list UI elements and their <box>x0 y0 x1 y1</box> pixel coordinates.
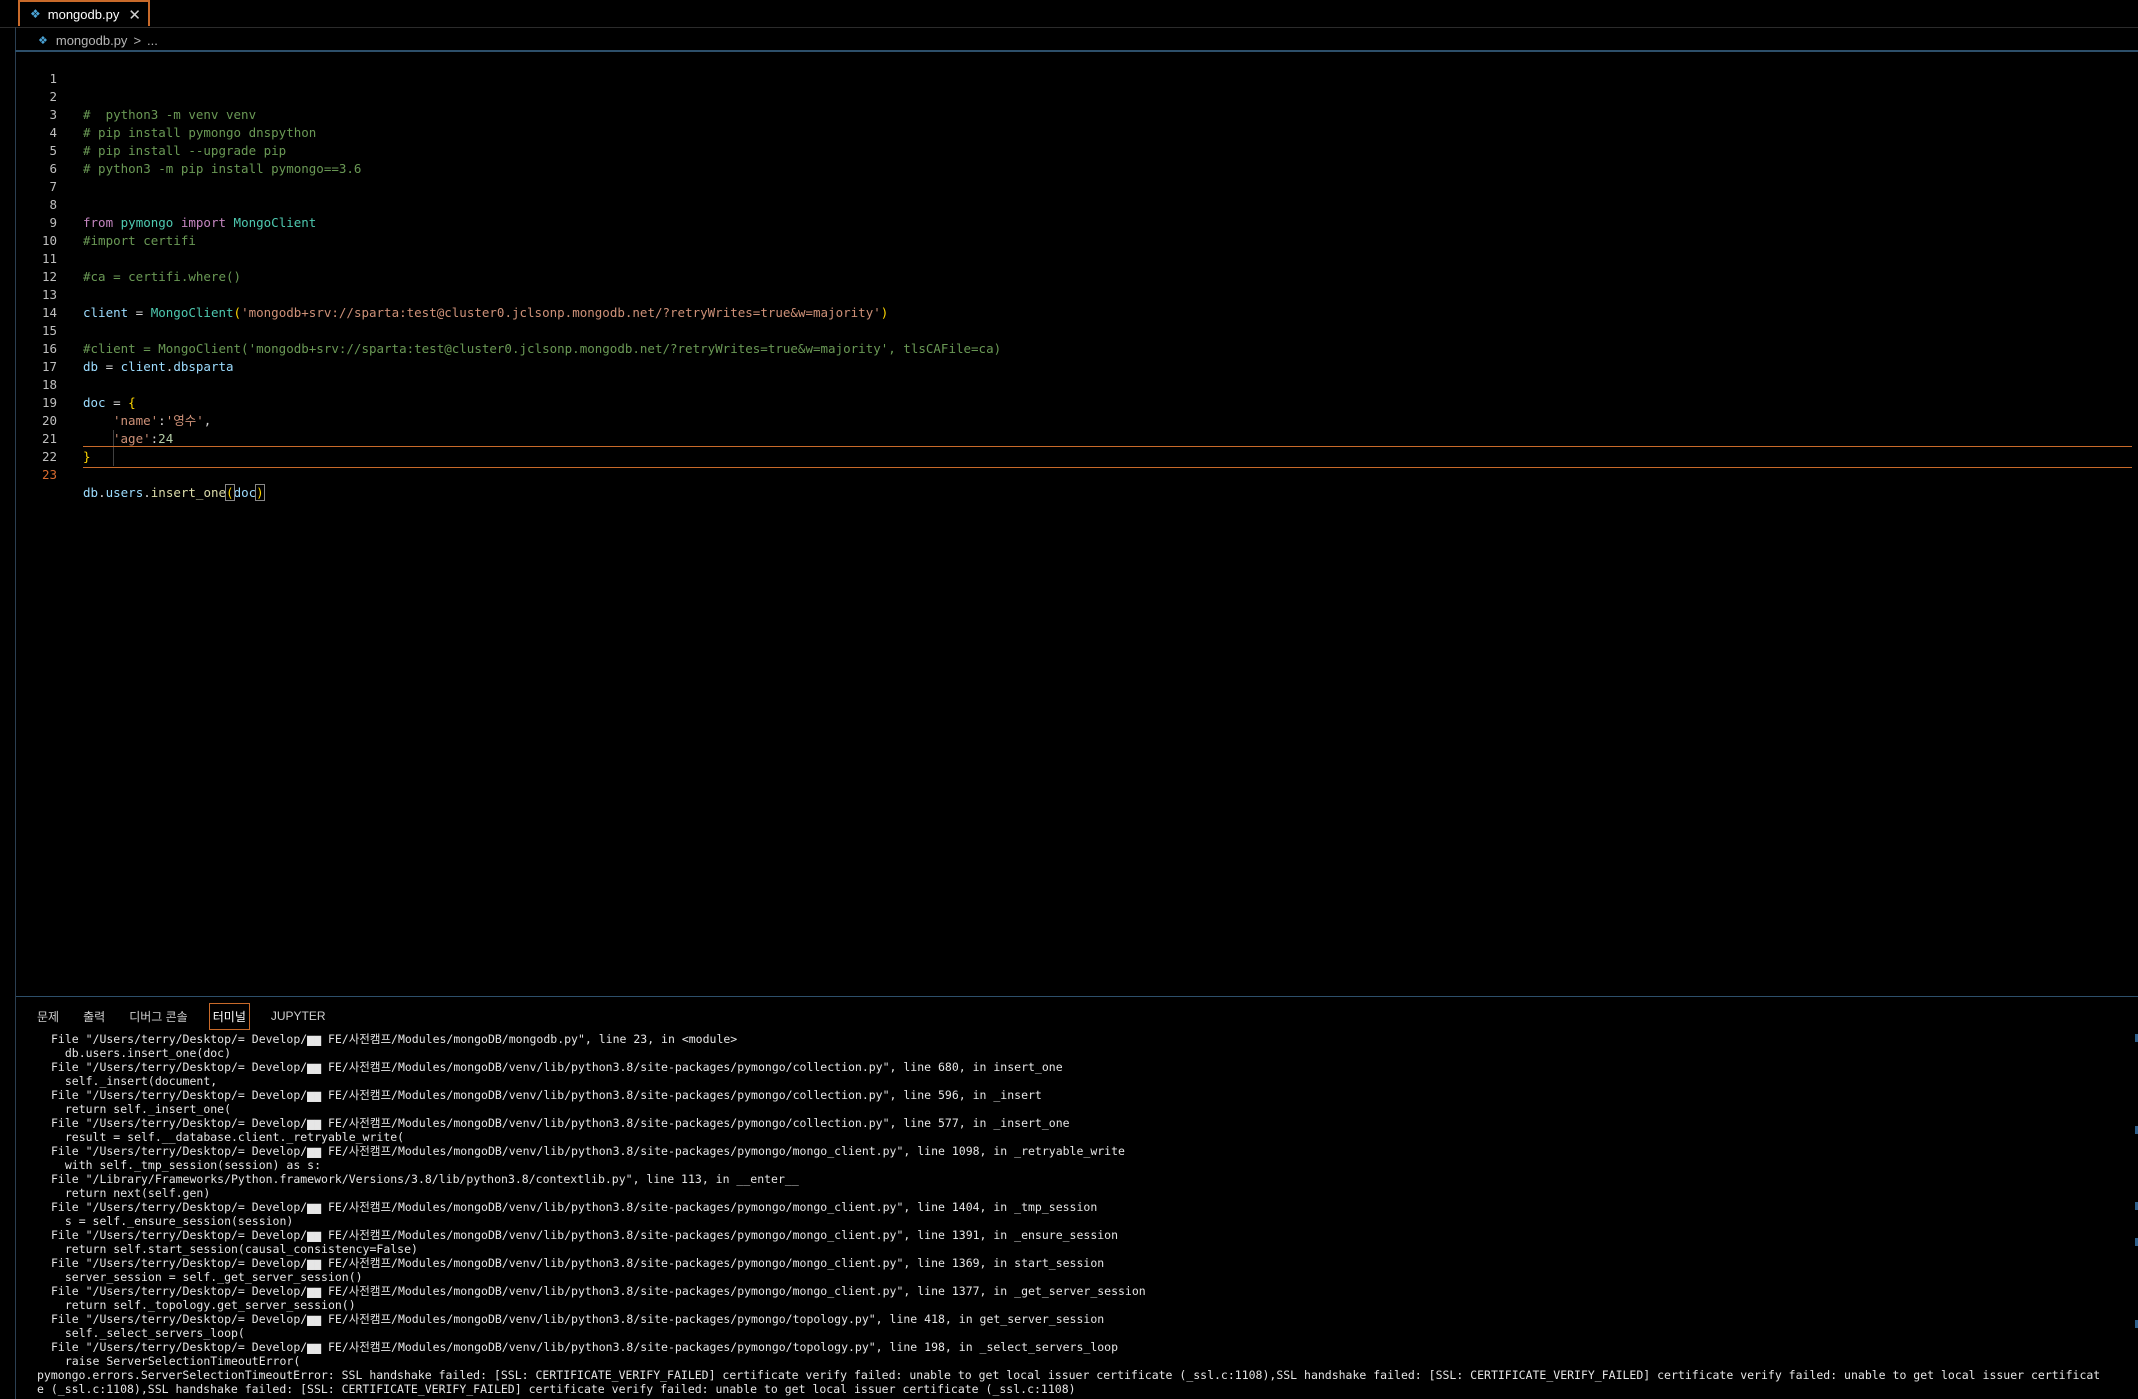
python-file-icon: ❖ <box>30 7 41 21</box>
editor-tab-bar: ❖ mongodb.py ✕ <box>0 0 2138 28</box>
code-line[interactable]: 10 <box>16 214 2138 248</box>
terminal-line: File "/Users/terry/Desktop/= Develop/▆▆ … <box>51 1228 1119 1242</box>
breadcrumb-separator: > <box>133 33 142 48</box>
code-line[interactable]: 8 from pymongo import MongoClient <box>16 178 2138 230</box>
terminal-line: File "/Users/terry/Desktop/= Develop/▆▆ … <box>51 1116 1070 1130</box>
terminal-error-line: e (_ssl.c:1108),SSL handshake failed: [S… <box>37 1382 1076 1396</box>
code-line[interactable]: 5 # python3 -m pip install pymongo==3.6 <box>16 124 2138 176</box>
line-number: 23 <box>41 467 57 482</box>
terminal-line: File "/Users/terry/Desktop/= Develop/▆▆ … <box>51 1200 1098 1214</box>
terminal-line: return self._insert_one( <box>51 1102 232 1116</box>
terminal-line: return next(self.gen) <box>51 1186 211 1200</box>
panel-tab-bar: 문제 출력 디버그 콘솔 터미널 JUPYTER <box>16 1002 329 1030</box>
argument: doc <box>233 485 257 500</box>
code-line[interactable]: 12 <box>16 250 2138 284</box>
code-line[interactable]: 18 doc = { <box>16 358 2138 410</box>
terminal-line: File "/Users/terry/Desktop/= Develop/▆▆ … <box>51 1088 1042 1102</box>
code-line[interactable]: 9 #import certifi <box>16 196 2138 248</box>
tab-output[interactable]: 출력 <box>80 1004 108 1029</box>
terminal-line: self._insert(document, <box>51 1074 218 1088</box>
panel-divider <box>16 996 2138 997</box>
tab-jupyter[interactable]: JUPYTER <box>268 1005 329 1027</box>
code-line[interactable]: 21 } <box>16 412 2138 464</box>
terminal-line: raise ServerSelectionTimeoutError( <box>51 1354 301 1368</box>
code-editor[interactable]: 1 2 # python3 -m venv venv 3 # pip insta… <box>16 52 2138 996</box>
code-line[interactable]: 3 # pip install pymongo dnspython <box>16 88 2138 140</box>
code-line[interactable]: 13 client = MongoClient('mongodb+srv://s… <box>16 268 2138 320</box>
tab-label: mongodb.py <box>47 6 120 22</box>
code-line-current[interactable]: 23 db.users.insert_one(doc) <box>16 446 2138 501</box>
breadcrumb-file[interactable]: mongodb.py <box>56 33 128 48</box>
code-line[interactable]: 2 # python3 -m venv venv <box>16 70 2138 122</box>
code-content: db.users.insert_one(doc) <box>83 484 265 502</box>
terminal-line: server_session = self._get_server_sessio… <box>51 1270 363 1284</box>
code-line[interactable]: 16 db = client.dbsparta <box>16 322 2138 374</box>
tab-terminal[interactable]: 터미널 <box>208 1002 250 1030</box>
terminal-line: File "/Users/terry/Desktop/= Develop/▆▆ … <box>51 1032 738 1046</box>
python-file-icon: ❖ <box>38 35 48 47</box>
code-line[interactable]: 7 <box>16 160 2138 194</box>
tab-mongodb-py[interactable]: ❖ mongodb.py ✕ <box>18 0 150 26</box>
variable: db <box>83 485 99 500</box>
terminal-line: File "/Users/terry/Desktop/= Develop/▆▆ … <box>51 1284 1146 1298</box>
code-line[interactable]: 6 <box>16 142 2138 176</box>
terminal-line: File "/Library/Frameworks/Python.framewo… <box>51 1172 799 1186</box>
close-icon[interactable]: ✕ <box>128 6 141 24</box>
terminal-line: with self._tmp_session(session) as s: <box>51 1158 322 1172</box>
code-line[interactable]: 1 <box>16 52 2138 86</box>
dot: . <box>143 485 151 500</box>
terminal-line: return self.start_session(causal_consist… <box>51 1242 418 1256</box>
code-line[interactable]: 15 #client = MongoClient('mongodb+srv://… <box>16 304 2138 356</box>
attribute: users <box>105 485 144 500</box>
terminal-error-line: pymongo.errors.ServerSelectionTimeoutErr… <box>37 1368 2101 1382</box>
dot: . <box>98 485 106 500</box>
breadcrumb: ❖ mongodb.py > ... <box>38 33 158 48</box>
terminal-line: db.users.insert_one(doc) <box>51 1046 232 1060</box>
code-line[interactable]: 14 <box>16 286 2138 320</box>
code-line[interactable]: 11 #ca = certifi.where() <box>16 232 2138 284</box>
function-name: insert_one <box>150 485 227 500</box>
terminal-line: File "/Users/terry/Desktop/= Develop/▆▆ … <box>51 1060 1063 1074</box>
code-line[interactable]: 17 <box>16 340 2138 374</box>
bracket: ( <box>225 484 235 501</box>
terminal-line: s = self._ensure_session(session) <box>51 1214 294 1228</box>
terminal-line: self._select_servers_loop( <box>51 1326 245 1340</box>
terminal-scrollbar[interactable] <box>2134 1030 2138 1399</box>
code-line[interactable]: 19 'name':'영수', <box>16 376 2138 428</box>
terminal-line: File "/Users/terry/Desktop/= Develop/▆▆ … <box>51 1256 1105 1270</box>
code-line[interactable]: 20 'age':24 <box>16 394 2138 446</box>
terminal-line: File "/Users/terry/Desktop/= Develop/▆▆ … <box>51 1312 1105 1326</box>
code-line[interactable]: 4 # pip install --upgrade pip <box>16 106 2138 158</box>
bracket: ) <box>255 484 265 501</box>
breadcrumb-symbol[interactable]: ... <box>147 33 158 48</box>
terminal-line: return self._topology.get_server_session… <box>51 1298 356 1312</box>
tab-debug-console[interactable]: 디버그 콘솔 <box>126 1004 191 1029</box>
terminal-line: File "/Users/terry/Desktop/= Develop/▆▆ … <box>51 1144 1125 1158</box>
tab-problems[interactable]: 문제 <box>34 1004 62 1029</box>
terminal-line: File "/Users/terry/Desktop/= Develop/▆▆ … <box>51 1340 1119 1354</box>
terminal-line: result = self.__database.client._retryab… <box>51 1130 405 1144</box>
text-cursor <box>263 486 265 501</box>
terminal-output[interactable]: File "/Users/terry/Desktop/= Develop/▆▆ … <box>16 1032 2138 1399</box>
